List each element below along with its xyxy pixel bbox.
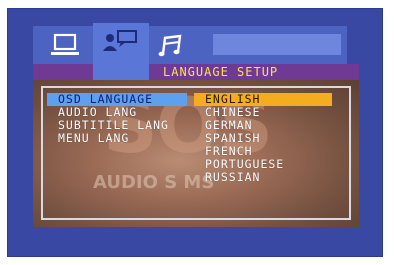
section-title-bar: LANGUAGE SETUP (33, 64, 359, 80)
setting-category-list: OSD LANGUAGE AUDIO LANG SUBTITILE LANG M… (47, 93, 187, 145)
tab-general-setup[interactable] (45, 26, 85, 66)
tab-bar-field (213, 34, 341, 55)
monitor-icon (51, 33, 79, 55)
option-russian[interactable]: RUSSIAN (194, 171, 332, 184)
active-tab-connector (93, 64, 149, 80)
page-title: LANGUAGE SETUP (163, 65, 279, 79)
tab-audio-setup[interactable] (151, 26, 191, 66)
language-option-list: ENGLISH CHINESE GERMAN SPANISH FRENCH PO… (194, 93, 332, 184)
music-note-icon (158, 34, 182, 57)
menu-item-menu-lang[interactable]: MENU LANG (47, 132, 187, 145)
setup-tab-bar (33, 23, 347, 78)
speaker-icon (103, 30, 137, 51)
